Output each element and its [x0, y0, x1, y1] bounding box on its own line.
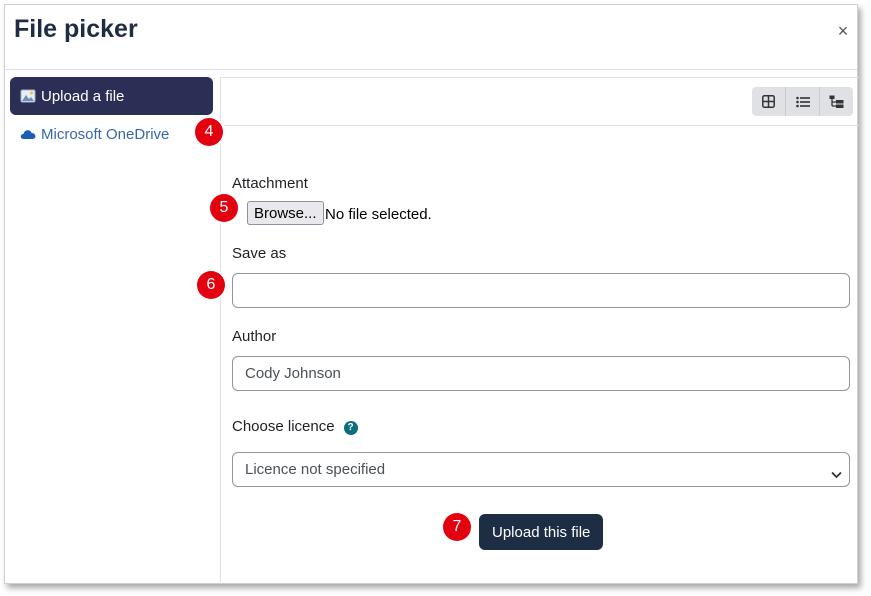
- author-input[interactable]: Cody Johnson: [232, 356, 850, 391]
- icons-view-icon: [762, 95, 775, 108]
- upload-this-file-button[interactable]: Upload this file: [479, 514, 604, 550]
- list-view-button[interactable]: [786, 87, 820, 116]
- licence-label-row: Choose licence?: [232, 418, 358, 435]
- chevron-down-icon: [831, 466, 842, 483]
- sidebar-item-upload-a-file[interactable]: Upload a file: [10, 77, 213, 115]
- upload-icon: [20, 89, 36, 103]
- view-switcher: [752, 87, 853, 116]
- help-icon[interactable]: ?: [343, 420, 358, 435]
- attachment-label: Attachment: [232, 175, 308, 192]
- file-picker-dialog: File picker × Upload a file Microsoft On…: [4, 4, 859, 584]
- upload-panel: Attachment Browse... No file selected. S…: [220, 77, 859, 584]
- sidebar-item-label: Microsoft OneDrive: [41, 125, 170, 143]
- icons-view-button[interactable]: [752, 87, 786, 116]
- annotation-badge-6: 6: [197, 271, 225, 299]
- annotation-badge-5: 5: [210, 194, 238, 222]
- repository-sidebar: Upload a file Microsoft OneDrive: [10, 77, 213, 153]
- onedrive-cloud-icon: [20, 127, 36, 141]
- no-file-status: No file selected.: [325, 206, 432, 223]
- sidebar-item-microsoft-onedrive[interactable]: Microsoft OneDrive: [10, 115, 213, 153]
- close-icon[interactable]: ×: [833, 21, 853, 41]
- annotation-badge-4: 4: [195, 118, 223, 146]
- dialog-title: File picker: [14, 15, 138, 43]
- list-view-icon: [795, 96, 810, 107]
- view-toolbar: [221, 78, 859, 126]
- licence-select[interactable]: Licence not specified: [232, 452, 850, 487]
- tree-view-icon: [829, 95, 844, 108]
- sidebar-item-label: Upload a file: [41, 87, 125, 105]
- dialog-header: File picker ×: [5, 5, 857, 70]
- save-as-input[interactable]: [232, 273, 850, 308]
- licence-select-value: Licence not specified: [245, 461, 386, 478]
- save-as-label: Save as: [232, 245, 287, 262]
- author-label: Author: [232, 328, 277, 345]
- annotation-badge-7: 7: [443, 513, 471, 541]
- licence-label: Choose licence: [232, 418, 335, 435]
- tree-view-button[interactable]: [820, 87, 853, 116]
- browse-button[interactable]: Browse...: [247, 201, 324, 225]
